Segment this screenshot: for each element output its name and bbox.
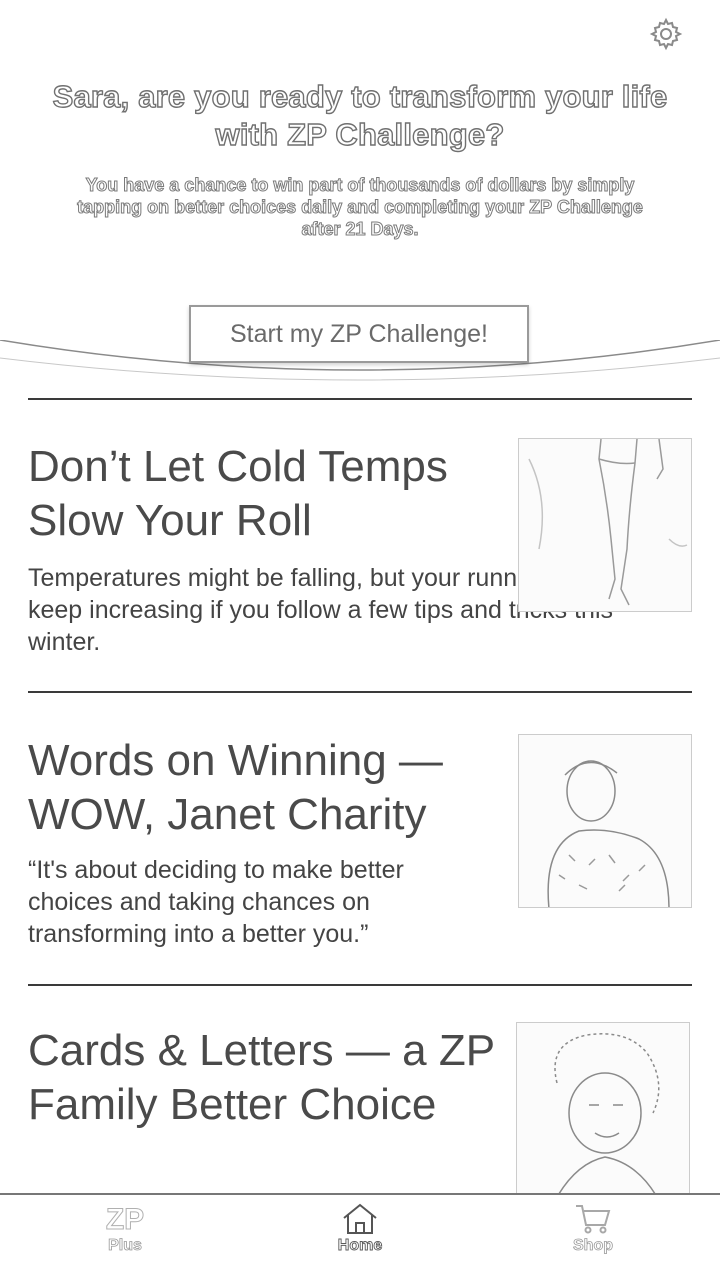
portrait-image (547, 760, 670, 907)
article-thumbnail-runner (518, 438, 692, 612)
article-card-cold-temps[interactable]: Don’t Let Cold Temps Slow Your Roll Temp… (28, 438, 692, 670)
hero-subtitle: You have a chance to win part of thousan… (77, 175, 644, 240)
nav-item-home[interactable]: Home (300, 1201, 420, 1277)
nav-item-plus[interactable]: ZP Plus (65, 1201, 185, 1277)
article-title: Cards & Letters — a ZP Family Better Cho… (28, 1026, 495, 1129)
hero-section: Sara, are you ready to transform your li… (0, 0, 720, 395)
settings-button[interactable] (646, 14, 686, 54)
article-card-cards-letters[interactable]: Cards & Letters — a ZP Family Better Cho… (28, 1022, 692, 1196)
hero-title: Sara, are you ready to transform your li… (52, 78, 668, 152)
article-title: Words on Winning — WOW, Janet Charity (28, 736, 443, 839)
nav-label-home: Home (337, 1237, 383, 1255)
nav-item-shop[interactable]: Shop (533, 1201, 653, 1277)
divider (28, 984, 692, 986)
app-screen: Sara, are you ready to transform your li… (0, 0, 720, 1280)
home-icon (343, 1203, 377, 1234)
nav-label-plus: Plus (108, 1237, 143, 1255)
nav-label-shop: Shop (573, 1237, 614, 1255)
article-title: Don’t Let Cold Temps Slow Your Roll (28, 442, 448, 545)
bottom-nav: ZP Plus Home Shop (0, 1193, 720, 1280)
runner-image (528, 439, 688, 606)
zp-plus-icon: ZP (105, 1203, 144, 1236)
woman-image (554, 1033, 660, 1195)
article-thumbnail-portrait (518, 734, 692, 908)
article-description: “It's about deciding to make better choi… (28, 856, 404, 948)
divider (28, 398, 692, 400)
start-challenge-button[interactable]: Start my ZP Challenge! (189, 305, 529, 363)
article-card-words-on-winning[interactable]: Words on Winning — WOW, Janet Charity “I… (28, 734, 692, 964)
article-thumbnail-woman (516, 1022, 690, 1196)
gear-icon (649, 17, 683, 51)
svg-text:ZP: ZP (106, 1203, 144, 1235)
cart-icon (576, 1205, 611, 1234)
divider (28, 691, 692, 693)
